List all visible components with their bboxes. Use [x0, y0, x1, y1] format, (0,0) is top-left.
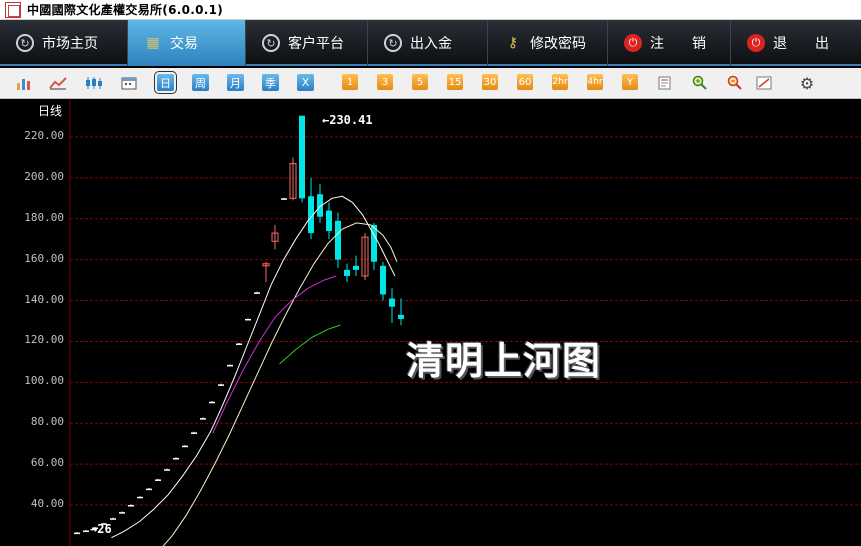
- kline-chart[interactable]: 日线 220.00 200.00 180.00 160.00 140.00 120.00 1…: [0, 99, 861, 546]
- refresh-circle-icon: ↻: [16, 34, 34, 52]
- candle-body: [155, 479, 161, 481]
- candle-body: [119, 512, 125, 514]
- bar-chart-icon[interactable]: [14, 73, 34, 93]
- watermark-image: 清明上河图: [406, 339, 602, 383]
- period-month-button[interactable]: 月: [227, 74, 244, 91]
- title-bar: 中國國際文化產權交易所(6.0.0.1): [0, 0, 861, 20]
- y-tick-label: 180.00: [24, 210, 64, 224]
- candle-body: [74, 532, 80, 535]
- candle-body: [110, 518, 116, 520]
- nav-label: 出入金: [410, 36, 452, 52]
- nav-market-home[interactable]: ↻ 市场主页: [0, 20, 128, 66]
- y-tick-label: 160.00: [24, 251, 64, 265]
- candle-body: [227, 364, 233, 367]
- nav-client-platform[interactable]: ↻ 客户平台: [246, 20, 368, 66]
- candle-body: [146, 488, 152, 491]
- minute-60-button[interactable]: 60: [517, 74, 533, 90]
- refresh-circle-icon: ↻: [384, 34, 402, 52]
- hour-2-button[interactable]: 2hr: [552, 74, 568, 90]
- key-icon: ⚷: [507, 35, 519, 51]
- start-price-label: →26: [90, 522, 112, 536]
- kline-chart-canvas: [69, 99, 861, 546]
- start-price-value: 26: [97, 522, 112, 536]
- candle-body: [137, 496, 143, 499]
- candle-body: [128, 505, 134, 507]
- minute-1-button[interactable]: 1: [342, 74, 358, 90]
- line-chart-icon[interactable]: [48, 73, 68, 93]
- chart-toolbar: 日 周 月 季 X 1 3 5 15 30 60 2hr 4hr Y ⚙: [0, 68, 861, 99]
- candle-body: [200, 418, 206, 420]
- y-tick-label: 120.00: [24, 333, 64, 347]
- grid-icon: ▦: [146, 35, 160, 51]
- period-quarter-button[interactable]: 季: [262, 74, 279, 91]
- candlestick-icon[interactable]: [84, 73, 104, 93]
- candle-body: [380, 265, 386, 295]
- candle-body: [389, 298, 395, 307]
- nav-deposit-withdraw[interactable]: ↻ 出入金: [368, 20, 488, 66]
- y-tick-label: 100.00: [24, 374, 64, 388]
- ma-line-white: [111, 195, 396, 539]
- nav-label: 客户平台: [288, 36, 344, 52]
- candle-body: [344, 269, 350, 277]
- main-nav: ↻ 市场主页 ▦ 交易 ↻ 客户平台 ↻ 出入金 ⚷ 修改密码 ⏻ 注 销 ⏻ …: [0, 20, 861, 66]
- calendar-icon[interactable]: [119, 73, 139, 93]
- ma-line-purple: [212, 275, 337, 434]
- power-icon: ⏻: [747, 34, 765, 52]
- power-icon: ⏻: [624, 34, 642, 52]
- period-week-button[interactable]: 周: [192, 74, 209, 91]
- candle-body: [245, 318, 251, 321]
- y-tick-label: 200.00: [24, 169, 64, 183]
- y-tick-label: 40.00: [30, 497, 64, 510]
- zoom-in-icon[interactable]: [690, 73, 710, 93]
- nav-logout[interactable]: ⏻ 注 销: [608, 20, 731, 66]
- nav-exit[interactable]: ⏻ 退 出: [731, 20, 861, 66]
- candle-body: [326, 210, 332, 232]
- candle-body: [182, 445, 188, 448]
- candle-body: [164, 469, 170, 471]
- period-day-button[interactable]: 日: [154, 71, 177, 94]
- candle-body: [83, 530, 89, 533]
- chart-title: 日线: [38, 104, 63, 118]
- candle-body: [191, 432, 197, 434]
- nav-label: 退 出: [773, 36, 829, 52]
- minute-15-button[interactable]: 15: [447, 74, 463, 90]
- y-tick-label: 60.00: [30, 456, 64, 470]
- candle-body: [299, 115, 305, 199]
- y-tick-label: 80.00: [30, 415, 64, 429]
- peak-price-label: ←230.41: [322, 113, 373, 127]
- candle-body: [335, 220, 341, 260]
- settings-gear-icon[interactable]: ⚙: [797, 73, 817, 93]
- ma-line-green: [279, 324, 341, 365]
- candle-body: [236, 343, 242, 345]
- candle-body: [218, 384, 224, 386]
- candle-body: [281, 198, 287, 200]
- candle-body: [254, 292, 260, 294]
- nav-label: 修改密码: [530, 36, 586, 52]
- minute-3-button[interactable]: 3: [377, 74, 393, 90]
- candle-body: [209, 401, 215, 404]
- nav-change-password[interactable]: ⚷ 修改密码: [488, 20, 608, 66]
- app-logo-icon: [5, 1, 21, 18]
- year-button[interactable]: Y: [622, 74, 638, 90]
- draw-line-icon[interactable]: [754, 73, 774, 93]
- zoom-out-icon[interactable]: [725, 73, 745, 93]
- candle-body: [398, 314, 404, 319]
- y-tick-label: 140.00: [24, 292, 64, 306]
- candle-body: [173, 457, 179, 460]
- candle-body: [353, 265, 359, 270]
- hour-4-button[interactable]: 4hr: [587, 74, 603, 90]
- refresh-circle-icon: ↻: [262, 34, 280, 52]
- y-tick-label: 220.00: [24, 129, 64, 142]
- window-title: 中國國際文化產權交易所(6.0.0.1): [27, 3, 224, 17]
- peak-price-value: 230.41: [329, 113, 373, 127]
- nav-label: 注 销: [650, 36, 706, 52]
- minute-30-button[interactable]: 30: [482, 74, 498, 90]
- nav-label: 交易: [170, 36, 198, 52]
- edit-note-icon[interactable]: [655, 73, 675, 93]
- minute-5-button[interactable]: 5: [412, 74, 428, 90]
- nav-trade[interactable]: ▦ 交易: [128, 20, 246, 66]
- ma-line-yellow: [162, 222, 398, 546]
- period-x-button[interactable]: X: [297, 74, 314, 91]
- nav-label: 市场主页: [42, 36, 98, 52]
